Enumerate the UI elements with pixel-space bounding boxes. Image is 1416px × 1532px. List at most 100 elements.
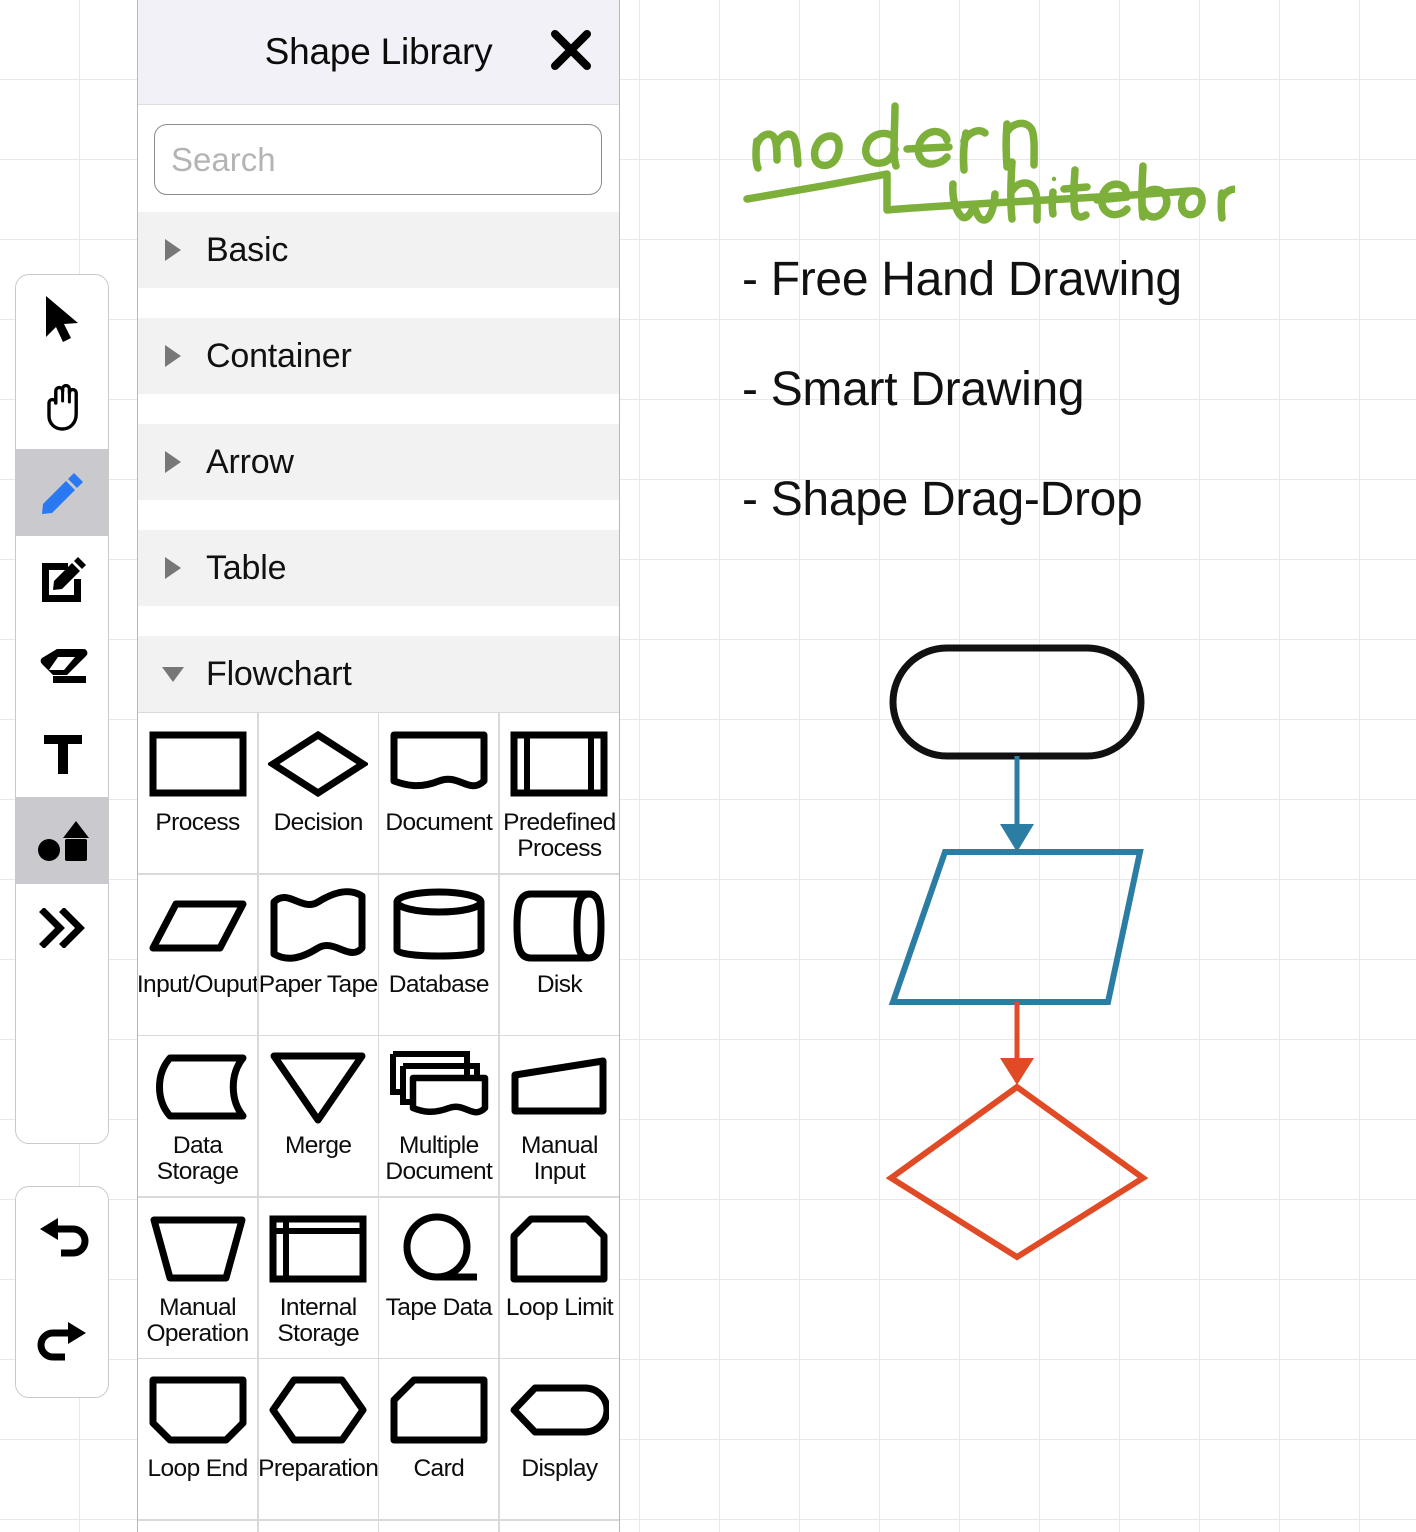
display-shape-icon (509, 1367, 610, 1453)
tool-more[interactable] (16, 884, 108, 971)
category-label: Arrow (206, 442, 294, 481)
underline-stroke (743, 170, 1194, 214)
tool-text[interactable] (16, 710, 108, 797)
shape-label: Paper Tape (258, 970, 378, 998)
connector-io-to-decision[interactable] (1000, 1002, 1034, 1085)
shape-item-card[interactable]: Card (379, 1359, 499, 1519)
preparation-shape-icon (268, 1367, 368, 1453)
shape-label: Document (385, 809, 493, 836)
hand-icon (39, 381, 87, 431)
shape-label: Card (413, 1455, 465, 1482)
shape-item-merge[interactable]: Merge (258, 1036, 378, 1196)
cursor-icon (41, 294, 85, 344)
handwritten-title[interactable] (735, 78, 1235, 228)
diagram-start-node[interactable] (889, 644, 1145, 760)
search-container (138, 105, 619, 212)
eraser-icon (37, 645, 89, 689)
connector-start-to-io[interactable] (1000, 756, 1034, 852)
disk-shape-icon (509, 883, 609, 969)
predefined-process-shape-icon (509, 721, 609, 807)
diagram-io-node[interactable] (888, 849, 1144, 1005)
shape-item-manual-input[interactable]: Manual Input (499, 1036, 619, 1196)
category-arrow[interactable]: Arrow (138, 424, 619, 500)
merge-shape-icon (268, 1044, 368, 1130)
history-palette (15, 1186, 109, 1398)
shapes-icon (36, 819, 90, 863)
shape-item-disk[interactable]: Disk (499, 874, 619, 1035)
manual-input-shape-icon (509, 1044, 609, 1130)
diagram-decision-node[interactable] (885, 1083, 1149, 1261)
loop-limit-shape-icon (509, 1206, 609, 1292)
close-icon (548, 27, 594, 78)
shape-library-header: Shape Library (138, 0, 619, 105)
shape-item-next-row[interactable] (138, 1520, 258, 1532)
shape-item-loop-end[interactable]: Loop End (138, 1359, 258, 1519)
shape-label: Input/Ouput (138, 970, 258, 998)
category-label: Container (206, 336, 352, 375)
shape-label: Database (388, 970, 490, 998)
shape-item-document[interactable]: Document (379, 713, 499, 873)
category-basic[interactable]: Basic (138, 212, 619, 288)
shape-label: Process (155, 809, 240, 836)
chevron-right-icon (156, 555, 190, 581)
shape-label: Disk (536, 970, 583, 998)
decision-shape-icon (268, 721, 369, 807)
tool-pencil[interactable] (16, 449, 108, 536)
shape-item-process[interactable]: Process (138, 713, 258, 873)
process-shape-icon (148, 721, 248, 807)
bullet-item: - Smart Drawing (742, 363, 1085, 416)
shape-item-next-row[interactable] (258, 1520, 378, 1532)
shape-item-display[interactable]: Display (499, 1359, 619, 1519)
shape-item-paper-tape[interactable]: Paper Tape (258, 874, 378, 1035)
search-input[interactable] (154, 124, 602, 195)
chevron-right-icon (156, 237, 190, 263)
shape-label: Merge (284, 1132, 352, 1159)
tool-pan[interactable] (16, 362, 108, 449)
redo-button[interactable] (16, 1291, 108, 1395)
category-label: Basic (206, 230, 289, 269)
shape-item-decision[interactable]: Decision (258, 713, 378, 873)
tool-eraser[interactable] (16, 623, 108, 710)
chevron-right-icon (156, 343, 190, 369)
category-flowchart[interactable]: Flowchart (138, 636, 619, 712)
shape-item-internal-storage[interactable]: Internal Storage (258, 1197, 378, 1358)
whiteboard-app: - Free Hand Drawing - Smart Drawing - Sh… (0, 0, 1416, 1532)
category-table[interactable]: Table (138, 530, 619, 606)
tool-smart-draw[interactable] (16, 536, 108, 623)
tape-data-shape-icon (389, 1206, 489, 1292)
shape-item-tape-data[interactable]: Tape Data (379, 1197, 499, 1358)
shape-item-input-output[interactable]: Input/Ouput (138, 874, 258, 1035)
tool-shapes[interactable] (16, 797, 108, 884)
shape-item-next-row[interactable] (379, 1520, 499, 1532)
shape-item-next-row[interactable] (499, 1520, 619, 1532)
shape-label: Tape Data (385, 1293, 493, 1321)
shape-item-manual-operation[interactable]: Manual Operation (138, 1197, 258, 1358)
shape-item-predefined-process[interactable]: Predefined Process (499, 713, 619, 873)
shape-label: Decision (273, 809, 364, 836)
internal-storage-shape-icon (268, 1206, 368, 1292)
shape-item-multiple-document[interactable]: Multiple Document (379, 1036, 499, 1196)
input-output-shape-icon (148, 883, 248, 969)
shape-item-data-storage[interactable]: Data Storage (138, 1036, 258, 1196)
category-container[interactable]: Container (138, 318, 619, 394)
shape-item-loop-limit[interactable]: Loop Limit (499, 1197, 619, 1358)
tool-palette (15, 274, 109, 1144)
note-pencil-icon (38, 555, 88, 605)
paper-tape-shape-icon (268, 883, 368, 969)
document-shape-icon (389, 721, 489, 807)
shape-label: Preparation (258, 1455, 378, 1482)
shape-label: Loop End (147, 1455, 249, 1482)
canvas-flow-diagram[interactable] (860, 620, 1190, 1300)
shape-label: Manual Operation (146, 1293, 249, 1347)
close-button[interactable] (545, 26, 597, 78)
loop-end-shape-icon (148, 1367, 248, 1453)
tool-select[interactable] (16, 275, 108, 362)
shape-item-preparation[interactable]: Preparation (258, 1359, 378, 1519)
text-icon (40, 731, 86, 777)
undo-button[interactable] (16, 1187, 108, 1291)
shape-item-database[interactable]: Database (379, 874, 499, 1035)
shape-label: Internal Storage (277, 1293, 359, 1347)
category-list: Basic Container Arrow Table Flowchart (138, 212, 619, 712)
data-storage-shape-icon (148, 1044, 248, 1130)
shape-label: Multiple Document (385, 1132, 493, 1186)
